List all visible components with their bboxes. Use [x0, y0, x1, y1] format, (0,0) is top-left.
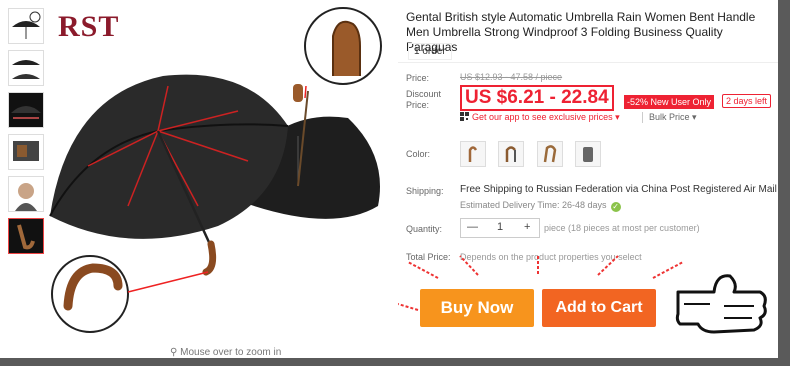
thumbnail-list	[8, 8, 44, 260]
divider	[398, 62, 778, 63]
buy-now-button[interactable]: Buy Now	[420, 289, 534, 327]
delivery-estimate-text: Estimated Delivery Time: 26-48 days	[460, 200, 607, 210]
order-count: 1 order	[408, 43, 452, 60]
magnifier-icon: ⚲	[170, 347, 181, 358]
shipping-label: Shipping:	[406, 186, 444, 196]
add-to-cart-button[interactable]: Add to Cart	[542, 289, 656, 327]
thumbnail-3[interactable]	[8, 92, 44, 128]
product-title: Gental British style Automatic Umbrella …	[406, 10, 756, 54]
color-option-1[interactable]	[460, 141, 486, 167]
color-label: Color:	[406, 149, 431, 159]
discount-price: US $6.21 - 22.84	[460, 85, 614, 111]
quantity-stepper: — 1 +	[460, 218, 540, 238]
quantity-note: piece (18 pieces at most per customer)	[544, 223, 700, 233]
app-promo-text: Get our app to see exclusive prices	[472, 112, 613, 122]
shipping-method[interactable]: Free Shipping to Russian Federation via …	[460, 184, 777, 195]
thumbnail-4[interactable]	[8, 134, 44, 170]
quantity-label: Quantity:	[406, 224, 443, 234]
zoom-hint: ⚲ Mouse over to zoom in	[170, 347, 281, 358]
discount-badge: -52% New User Only	[624, 95, 715, 109]
delivery-estimate: Estimated Delivery Time: 26-48 days ✓	[460, 200, 621, 212]
quantity-input[interactable]: 1	[497, 221, 503, 233]
zoom-hint-text: Mouse over to zoom in	[180, 347, 282, 358]
pointing-hand-icon	[675, 274, 767, 334]
product-card: RST ⚲ Mouse over to zoom in Gental Briti…	[0, 0, 778, 358]
bulk-price-dropdown[interactable]: Bulk Price ▾	[642, 112, 697, 123]
color-option-4[interactable]	[575, 141, 602, 167]
brand-logo: RST	[58, 10, 120, 43]
quantity-increase-button[interactable]: +	[524, 221, 530, 233]
bulk-price-label: Bulk Price	[649, 112, 690, 122]
thumbnail-1[interactable]	[8, 8, 44, 44]
color-options	[460, 141, 609, 167]
thumbnail-2[interactable]	[8, 50, 44, 86]
app-promo-link[interactable]: Get our app to see exclusive prices ▾	[460, 112, 620, 123]
product-info: Gental British style Automatic Umbrella …	[398, 0, 778, 358]
original-price: US $12.93 - 47.58 / piece	[460, 72, 563, 82]
qr-code-icon	[460, 112, 469, 121]
color-option-2[interactable]	[498, 141, 525, 167]
color-option-3[interactable]	[536, 141, 563, 167]
thumbnail-5[interactable]	[8, 176, 44, 212]
discount-price-label: Discount Price:	[406, 89, 442, 110]
chevron-down-icon: ▾	[612, 112, 620, 122]
days-left-badge: 2 days left	[722, 94, 772, 108]
chevron-down-icon: ▾	[689, 112, 697, 122]
check-icon: ✓	[610, 202, 621, 212]
thumbnail-6[interactable]	[8, 218, 44, 254]
quantity-decrease-button[interactable]: —	[467, 221, 478, 233]
main-product-image[interactable]	[48, 6, 388, 346]
price-label: Price:	[406, 73, 430, 83]
